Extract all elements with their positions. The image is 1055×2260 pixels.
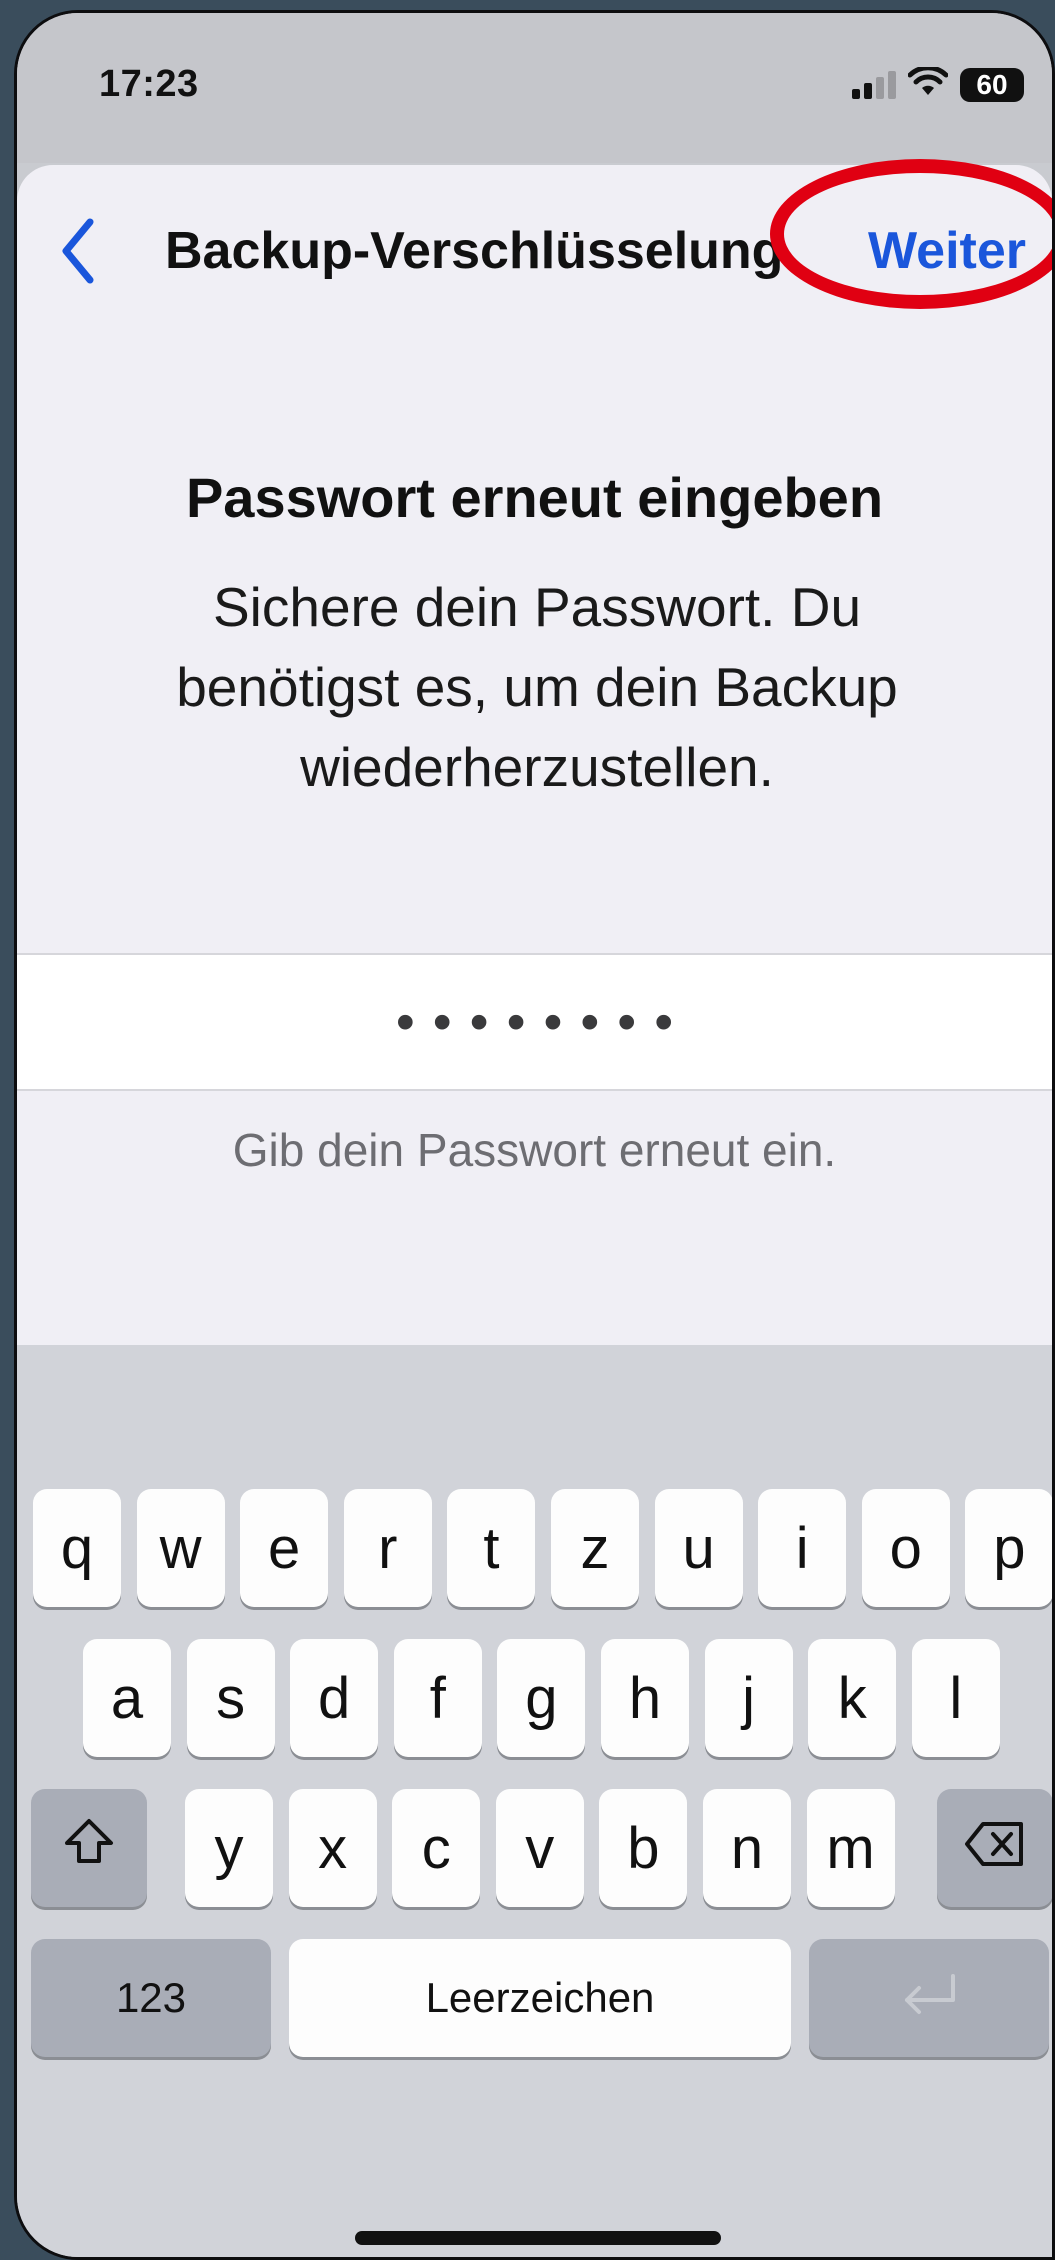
key-w[interactable]: w — [136, 1489, 225, 1607]
shift-key[interactable] — [31, 1789, 147, 1907]
status-bar: 17:23 60 — [17, 13, 1052, 163]
key-n[interactable]: n — [703, 1789, 791, 1907]
key-s[interactable]: s — [186, 1639, 275, 1757]
key-p[interactable]: p — [965, 1489, 1052, 1607]
password-field[interactable]: •••••••• — [17, 953, 1052, 1091]
return-icon — [897, 1965, 961, 2032]
password-dots: •••••••• — [395, 992, 692, 1052]
status-time: 17:23 — [99, 63, 199, 105]
key-l[interactable]: l — [911, 1639, 1000, 1757]
key-a[interactable]: a — [83, 1639, 171, 1757]
key-d[interactable]: d — [290, 1639, 379, 1757]
return-key[interactable] — [809, 1939, 1049, 2057]
home-indicator — [355, 2231, 721, 2245]
key-u[interactable]: u — [654, 1489, 743, 1607]
modal-sheet: Backup-Verschlüsselung Weiter Passwort e… — [17, 159, 1052, 1345]
key-b[interactable]: b — [599, 1789, 688, 1907]
key-c[interactable]: c — [392, 1789, 481, 1907]
key-i[interactable]: i — [758, 1489, 847, 1607]
shift-icon — [61, 1813, 117, 1883]
key-y[interactable]: y — [185, 1789, 273, 1907]
key-g[interactable]: g — [497, 1639, 586, 1757]
phone-screen: 17:23 60 Backup-Verschlüsselung Weiter P… — [14, 10, 1055, 2260]
battery-icon: 60 — [960, 67, 1024, 102]
keyboard: qwertzuiop asdfghjkl mnbvcxy 123 Leerzei… — [17, 1345, 1052, 2257]
delete-key[interactable] — [937, 1789, 1052, 1907]
password-hint: Gib dein Passwort erneut ein. — [232, 1124, 837, 1176]
status-icons: 60 — [852, 65, 1024, 102]
wifi-icon — [907, 65, 949, 102]
numbers-key[interactable]: 123 — [31, 1939, 271, 2057]
key-e[interactable]: e — [240, 1489, 329, 1607]
key-x[interactable]: x — [288, 1789, 377, 1907]
nav-title: Backup-Verschlüsselung — [165, 222, 784, 280]
key-q[interactable]: q — [33, 1489, 121, 1607]
key-v[interactable]: v — [495, 1789, 584, 1907]
key-t[interactable]: t — [447, 1489, 536, 1607]
next-button[interactable]: Weiter — [862, 215, 1032, 287]
key-m[interactable]: m — [806, 1789, 895, 1907]
key-o[interactable]: o — [861, 1489, 950, 1607]
chevron-left-icon — [58, 216, 98, 291]
key-r[interactable]: r — [343, 1489, 432, 1607]
key-z[interactable]: z — [551, 1489, 639, 1607]
signal-icon — [852, 70, 896, 99]
delete-icon — [963, 1815, 1027, 1882]
key-h[interactable]: h — [601, 1639, 689, 1757]
key-k[interactable]: k — [808, 1639, 897, 1757]
key-j[interactable]: j — [704, 1639, 793, 1757]
page-description: Sichere dein Passwort. Du benötigst es, … — [176, 576, 898, 798]
back-button[interactable] — [43, 213, 113, 293]
key-f[interactable]: f — [393, 1639, 482, 1757]
space-key[interactable]: Leerzeichen — [289, 1939, 791, 2057]
page-headline: Passwort erneut eingeben — [185, 466, 884, 529]
